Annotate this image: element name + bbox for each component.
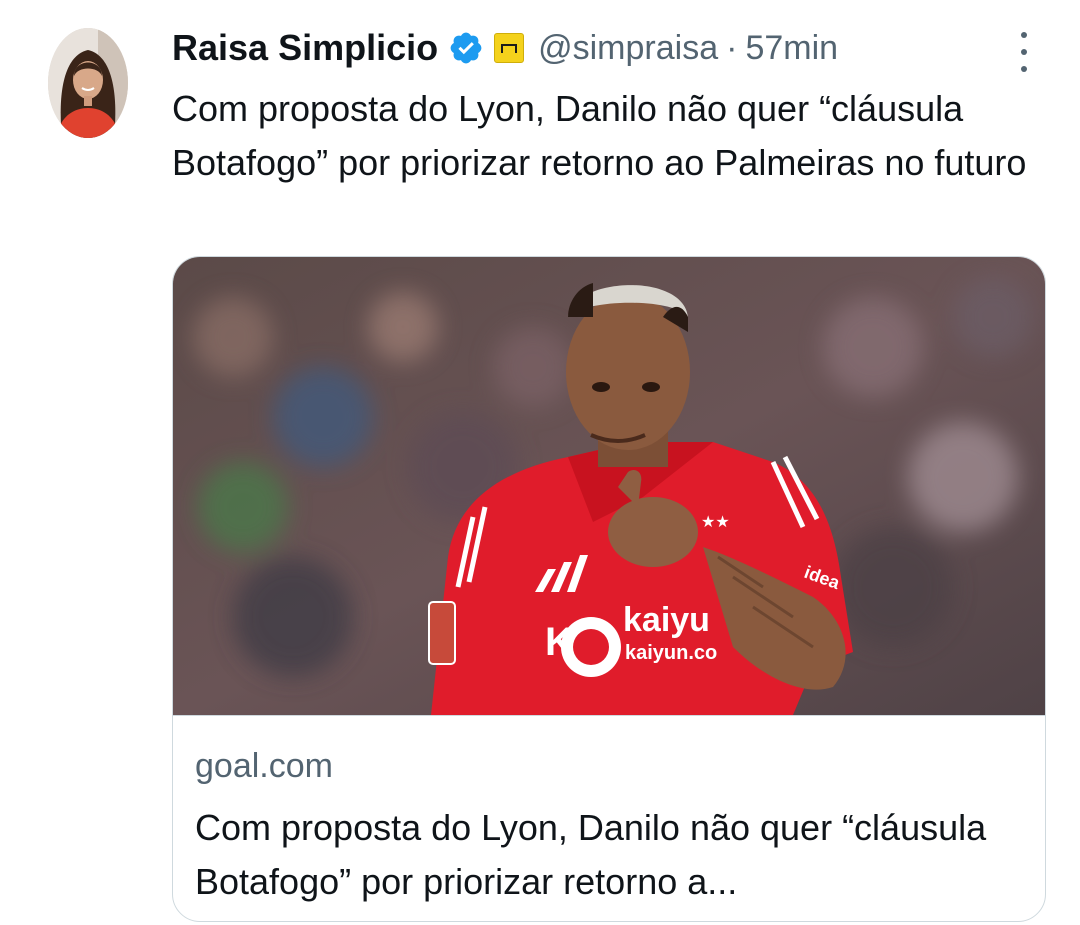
tweet-header: Raisa Simplicio @simpraisa · 57min [172,20,838,76]
author-avatar[interactable] [48,28,128,138]
tweet-text: Com proposta do Lyon, Danilo não quer “c… [172,88,1027,183]
tweet-timestamp[interactable]: 57min [745,29,838,68]
goal-org-badge-icon[interactable] [494,33,525,63]
card-domain: goal.com [195,747,333,785]
card-divider [173,715,1045,716]
more-options-icon[interactable] [1011,32,1037,72]
crest-stars: ★★ [701,512,730,531]
author-handle[interactable]: @simpraisa [538,29,718,68]
author-name[interactable]: Raisa Simplicio [172,27,438,69]
link-card[interactable]: K kaiyu kaiyun.co idea ★★ goal.com Com p… [172,256,1046,922]
jersey-sponsor-url: kaiyun.co [625,642,717,664]
card-image-photo: K kaiyu kaiyun.co idea ★★ [173,257,1045,715]
jersey-sponsor-text: kaiyu [623,601,710,639]
separator-dot: · [726,28,738,67]
avatar-photo [48,28,128,138]
jersey-k-letter: K [545,620,574,664]
card-title: Com proposta do Lyon, Danilo não quer “c… [195,807,987,902]
verified-badge-icon [450,32,482,64]
